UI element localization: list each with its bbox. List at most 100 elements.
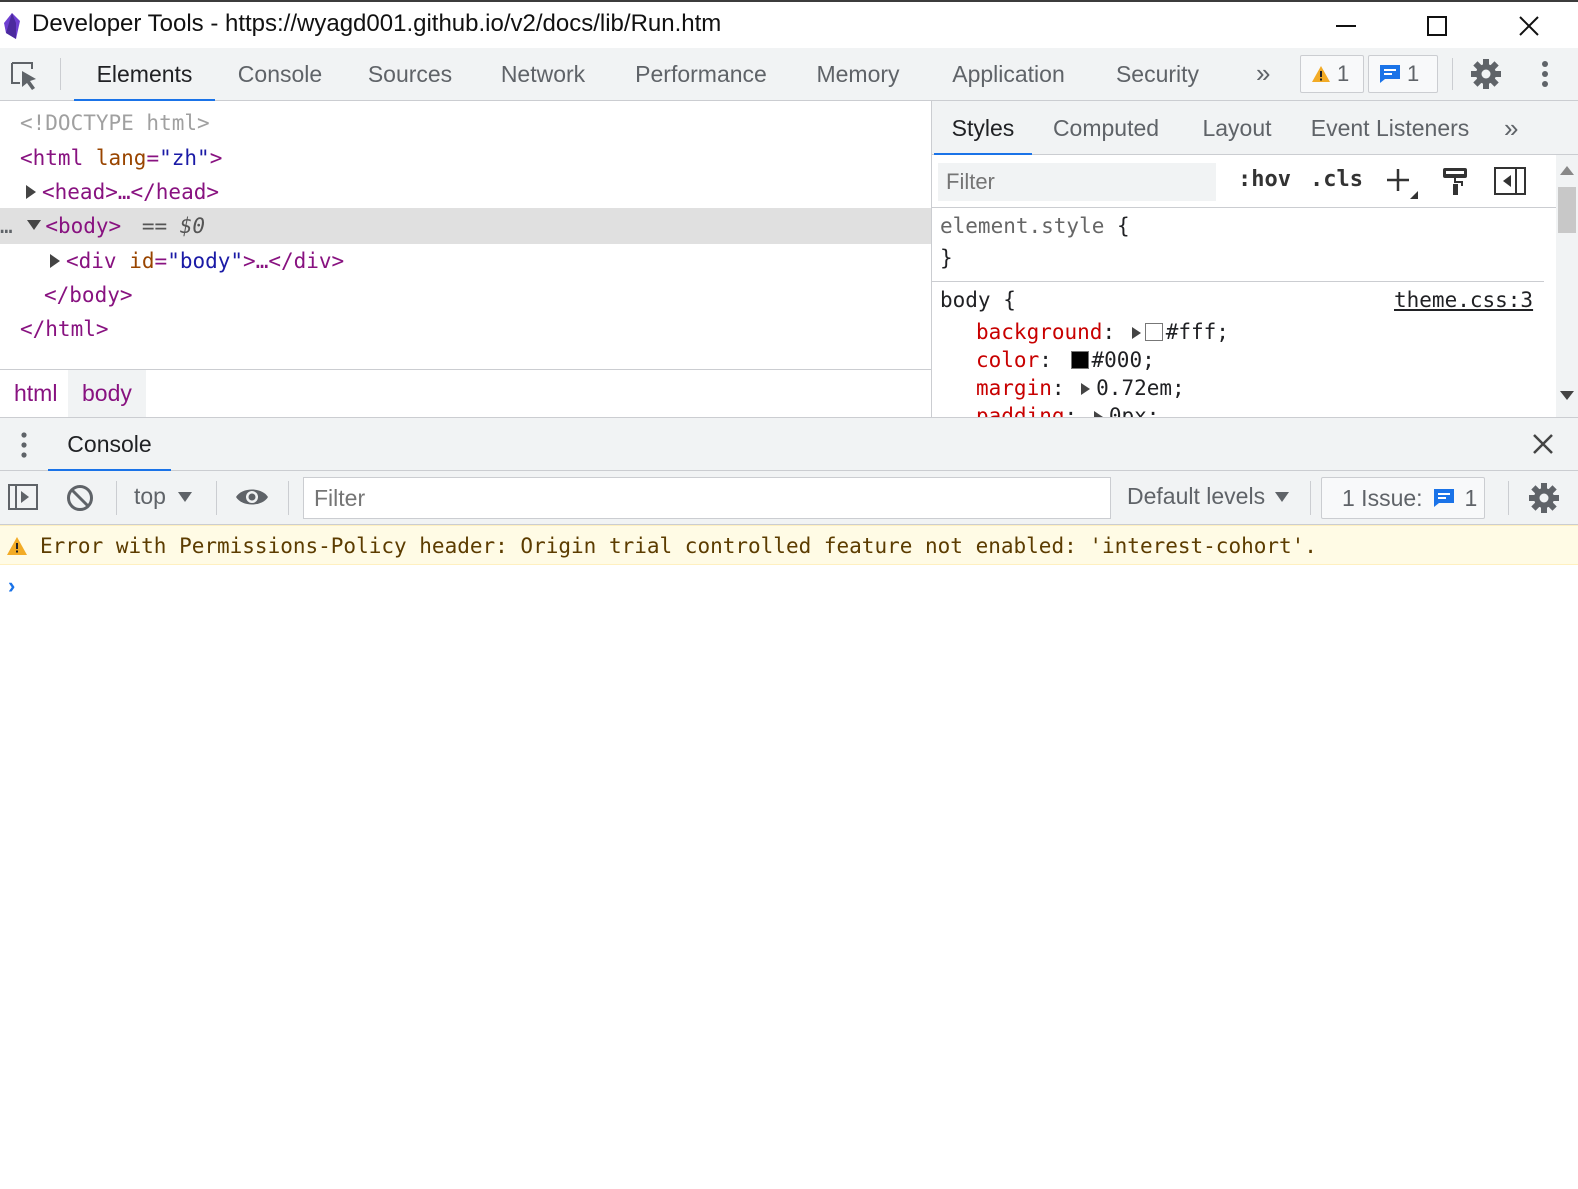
main-toolbar: Elements Console Sources Network Perform…	[0, 48, 1578, 102]
console-messages: Error with Permissions-Policy header: Or…	[0, 525, 1578, 1189]
tab-styles[interactable]: Styles	[934, 101, 1032, 156]
toggle-sidebar-button[interactable]	[1494, 167, 1526, 200]
scroll-up-arrow-icon[interactable]	[1560, 165, 1574, 175]
log-levels-value: Default levels	[1127, 483, 1266, 509]
dom-node-div[interactable]: <div id="body">…</div>	[50, 249, 344, 273]
toolbar-divider	[116, 481, 117, 515]
css-property-padding[interactable]: padding: 0px;	[976, 404, 1159, 417]
warnings-count: 1	[1337, 61, 1350, 86]
context-selector-value: top	[134, 483, 166, 509]
more-options-button[interactable]	[1538, 58, 1552, 95]
toolbar-divider	[1508, 481, 1509, 515]
close-window-button[interactable]	[1507, 6, 1551, 46]
tab-layout[interactable]: Layout	[1186, 101, 1288, 155]
expand-triangle-icon[interactable]	[50, 254, 60, 268]
settings-button[interactable]	[1470, 58, 1502, 95]
eye-icon	[236, 489, 268, 505]
css-property-background[interactable]: background: #fff;	[976, 320, 1229, 344]
styles-filter-input[interactable]	[938, 163, 1216, 201]
breadcrumb-html[interactable]: html	[0, 370, 71, 417]
dom-node-head[interactable]: <head>…</head>	[26, 180, 219, 204]
expand-triangle-icon[interactable]	[26, 185, 36, 199]
log-levels-dropdown[interactable]: Default levels	[1127, 483, 1290, 510]
stylesheet-source-link[interactable]: theme.css:3	[1394, 288, 1533, 312]
warning-icon	[1312, 66, 1330, 82]
toolbar-divider	[288, 481, 289, 515]
expand-shorthand-icon[interactable]	[1131, 327, 1141, 339]
row-menu-dots-icon[interactable]: …	[0, 214, 13, 238]
css-property-color[interactable]: color: #000;	[976, 348, 1155, 372]
minimize-button[interactable]	[1324, 6, 1368, 46]
property-name: color	[976, 348, 1040, 372]
css-property-margin[interactable]: margin: 0.72em;	[976, 376, 1185, 400]
inspect-element-button[interactable]	[8, 59, 42, 91]
toolbar-divider	[1310, 481, 1311, 515]
inspect-cursor-icon	[11, 62, 36, 90]
collapse-triangle-icon[interactable]	[27, 220, 42, 230]
scrollbar-thumb[interactable]	[1558, 187, 1576, 233]
sidebar-tabs: Styles Computed Layout Event Listeners »	[932, 101, 1578, 156]
html-attr-value: "zh"	[159, 146, 210, 170]
body-rule-selector[interactable]: body {	[940, 288, 1016, 312]
tab-network[interactable]: Network	[475, 48, 611, 101]
drawer-header: Console	[0, 417, 1578, 472]
html-attr-name: lang	[95, 146, 147, 170]
tab-computed[interactable]: Computed	[1036, 101, 1176, 155]
cls-toggle-button[interactable]: .cls	[1310, 167, 1363, 192]
property-value: 0px;	[1108, 404, 1160, 417]
element-style-selector[interactable]: element.style {	[940, 214, 1130, 238]
context-selector[interactable]: top	[134, 483, 192, 510]
scroll-down-arrow-icon[interactable]	[1560, 391, 1574, 401]
issues-count: 1	[1464, 484, 1478, 511]
maximize-icon	[1427, 16, 1447, 36]
more-tabs-chevron-icon[interactable]: »	[1256, 58, 1270, 89]
dom-doctype[interactable]: <!DOCTYPE html>	[20, 111, 210, 135]
color-swatch[interactable]	[1144, 323, 1163, 341]
messages-counter[interactable]: 1	[1368, 55, 1438, 93]
toolbar-divider	[1452, 58, 1453, 90]
warning-icon	[7, 537, 27, 555]
computed-styles-toggle-button[interactable]	[1442, 166, 1468, 201]
dom-node-html-close[interactable]: </html>	[20, 317, 109, 341]
styles-scrollbar[interactable]	[1556, 155, 1578, 417]
tab-sources[interactable]: Sources	[345, 48, 475, 101]
drawer-menu-button[interactable]	[18, 430, 30, 465]
paint-roller-icon	[1443, 168, 1467, 195]
console-settings-button[interactable]	[1528, 482, 1560, 519]
breadcrumb-body[interactable]: body	[68, 370, 146, 417]
expand-shorthand-icon[interactable]	[1081, 383, 1091, 395]
clear-console-button[interactable]	[66, 484, 94, 517]
dom-node-html[interactable]: <html lang="zh">	[20, 146, 222, 170]
rule-divider	[932, 281, 1544, 282]
live-expression-button[interactable]	[234, 485, 270, 514]
console-filter-input[interactable]	[303, 477, 1111, 519]
close-icon	[1533, 434, 1553, 454]
new-style-rule-button[interactable]	[1386, 167, 1418, 204]
warning-message-text[interactable]: Error with Permissions-Policy header: Or…	[40, 534, 1317, 558]
drawer-tab-console[interactable]: Console	[48, 418, 171, 472]
body-tag: <body>	[45, 214, 122, 238]
issues-counter-button[interactable]: 1 Issue: 1	[1321, 477, 1485, 519]
tab-performance[interactable]: Performance	[611, 48, 791, 101]
tab-security[interactable]: Security	[1092, 48, 1223, 101]
color-swatch[interactable]	[1070, 351, 1089, 369]
dom-node-body-close[interactable]: </body>	[44, 283, 133, 307]
tab-console[interactable]: Console	[215, 48, 345, 101]
show-console-sidebar-button[interactable]	[8, 484, 38, 515]
hov-toggle-button[interactable]: :hov	[1238, 167, 1291, 192]
maximize-button[interactable]	[1415, 6, 1459, 46]
warnings-counter[interactable]: 1	[1300, 55, 1364, 93]
head-tag: <head>…</head>	[42, 180, 220, 204]
close-drawer-button[interactable]	[1532, 433, 1554, 460]
console-prompt[interactable]: ›	[8, 573, 15, 599]
console-message-warning[interactable]: Error with Permissions-Policy header: Or…	[0, 525, 1578, 565]
html-tag-close: >	[209, 146, 223, 170]
tab-application[interactable]: Application	[925, 48, 1092, 101]
div-tag-rest: >…</div>	[243, 249, 345, 273]
more-sidebar-tabs-chevron-icon[interactable]: »	[1504, 113, 1518, 144]
doctype-text: <!DOCTYPE html>	[20, 111, 210, 135]
dom-node-body[interactable]: … <body> == $0	[0, 214, 205, 238]
tab-memory[interactable]: Memory	[791, 48, 925, 101]
tab-elements[interactable]: Elements	[74, 48, 215, 102]
tab-event-listeners[interactable]: Event Listeners	[1302, 101, 1478, 155]
